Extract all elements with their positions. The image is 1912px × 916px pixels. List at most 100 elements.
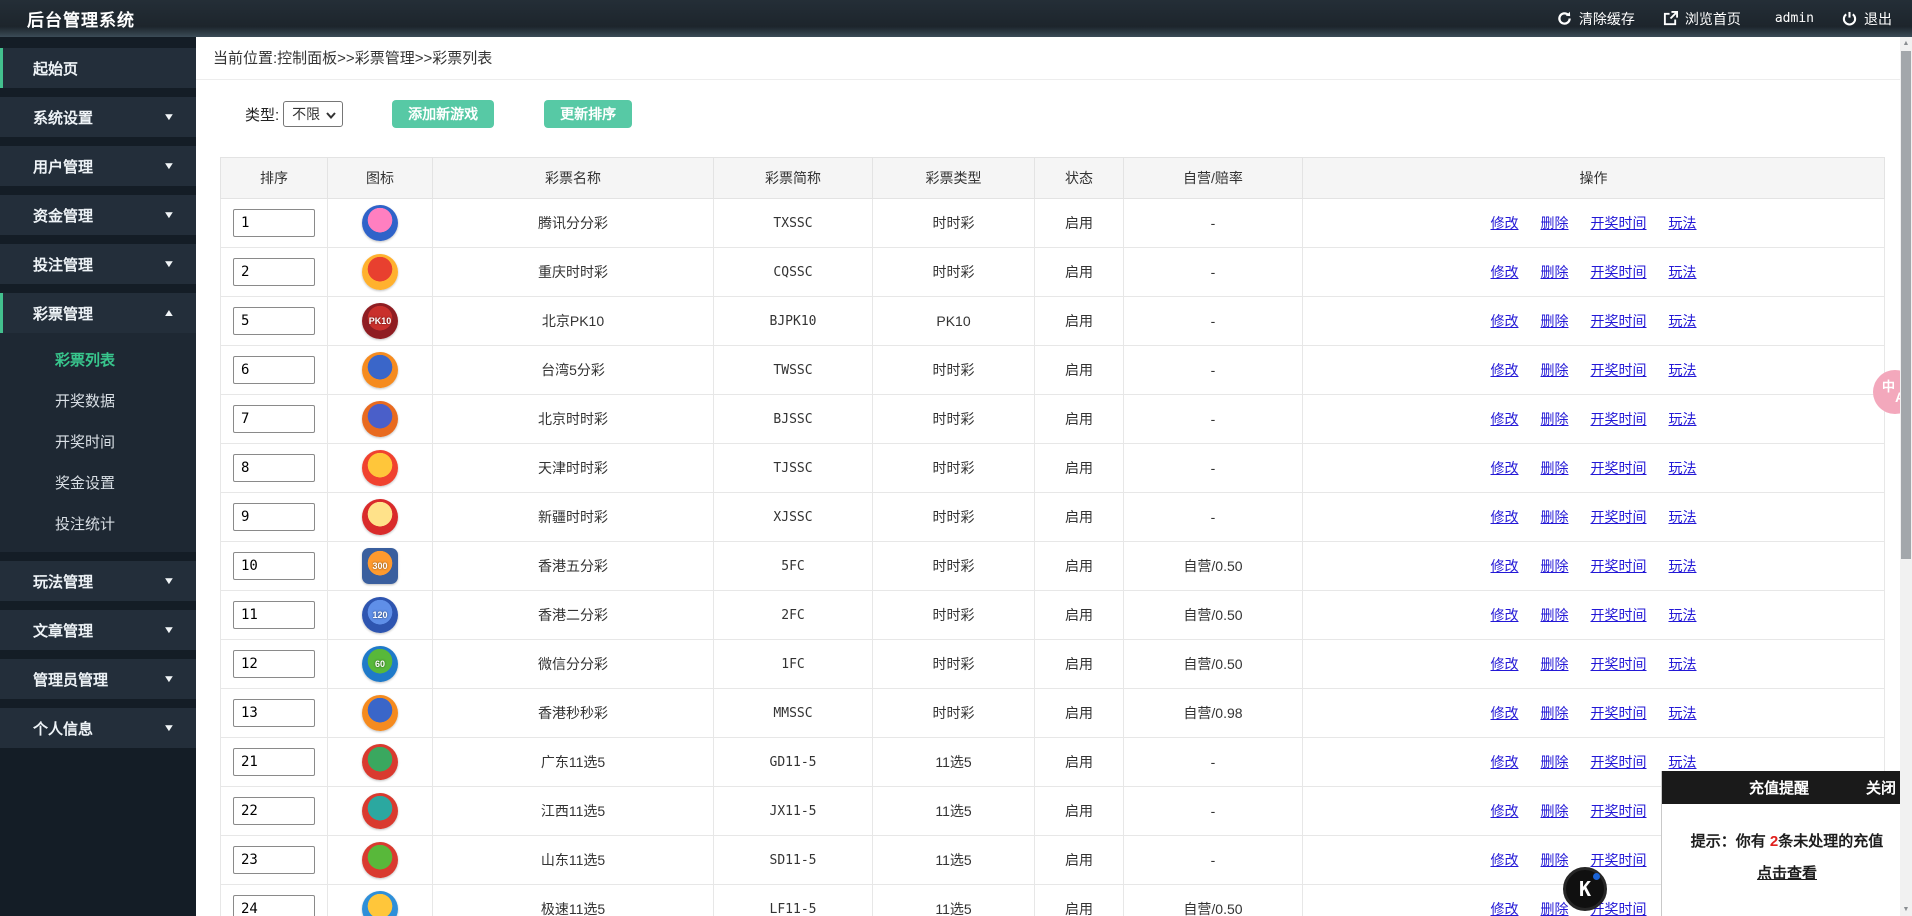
scroll-up-arrow-icon[interactable]: ▲ [1900,37,1912,50]
scrollbar-thumb[interactable] [1901,51,1911,559]
logout-button[interactable]: 退出 [1842,9,1892,29]
sort-input[interactable] [233,503,315,531]
type-filter-select[interactable]: 不限 [283,101,343,127]
play-rules-link[interactable]: 玩法 [1669,460,1697,476]
sort-input[interactable] [233,552,315,580]
delete-link[interactable]: 删除 [1541,656,1569,672]
edit-link[interactable]: 修改 [1491,362,1519,378]
sidebar-item[interactable]: 管理员管理▼ [0,659,196,699]
play-rules-link[interactable]: 玩法 [1669,705,1697,721]
sort-input[interactable] [233,699,315,727]
sidebar-item[interactable]: 文章管理▼ [0,610,196,650]
delete-link[interactable]: 删除 [1541,460,1569,476]
draw-time-link[interactable]: 开奖时间 [1591,411,1647,427]
sidebar-item[interactable]: 起始页 [0,48,196,88]
draw-time-link[interactable]: 开奖时间 [1591,215,1647,231]
play-rules-link[interactable]: 玩法 [1669,411,1697,427]
sidebar-subitem[interactable]: 奖金设置 [0,462,196,503]
delete-link[interactable]: 删除 [1541,558,1569,574]
scroll-down-arrow-icon[interactable]: ▼ [1900,903,1912,916]
sidebar-subitem[interactable]: 开奖数据 [0,380,196,421]
delete-link[interactable]: 删除 [1541,803,1569,819]
draw-time-link[interactable]: 开奖时间 [1591,607,1647,623]
edit-link[interactable]: 修改 [1491,803,1519,819]
delete-link[interactable]: 删除 [1541,852,1569,868]
sidebar-item[interactable]: 彩票管理▲ [0,293,196,333]
sort-input[interactable] [233,405,315,433]
delete-link[interactable]: 删除 [1541,362,1569,378]
delete-link[interactable]: 删除 [1541,411,1569,427]
play-rules-link[interactable]: 玩法 [1669,264,1697,280]
sort-input[interactable] [233,209,315,237]
draw-time-link[interactable]: 开奖时间 [1591,264,1647,280]
sidebar-subitem[interactable]: 彩票列表 [0,339,196,380]
edit-link[interactable]: 修改 [1491,264,1519,280]
edit-link[interactable]: 修改 [1491,509,1519,525]
sidebar-item[interactable]: 系统设置▼ [0,97,196,137]
draw-time-link[interactable]: 开奖时间 [1591,460,1647,476]
draw-time-link[interactable]: 开奖时间 [1591,558,1647,574]
edit-link[interactable]: 修改 [1491,607,1519,623]
draw-time-link[interactable]: 开奖时间 [1591,705,1647,721]
browse-home-button[interactable]: 浏览首页 [1663,9,1741,29]
delete-link[interactable]: 删除 [1541,509,1569,525]
sidebar-item[interactable]: 投注管理▼ [0,244,196,284]
sort-input[interactable] [233,797,315,825]
sidebar-item[interactable]: 玩法管理▼ [0,561,196,601]
sort-input[interactable] [233,258,315,286]
sort-input[interactable] [233,601,315,629]
delete-link[interactable]: 删除 [1541,215,1569,231]
vertical-scrollbar[interactable]: ▲ ▼ [1900,37,1912,916]
play-rules-link[interactable]: 玩法 [1669,509,1697,525]
sidebar-subitem[interactable]: 开奖时间 [0,421,196,462]
edit-link[interactable]: 修改 [1491,705,1519,721]
add-game-button[interactable]: 添加新游戏 [392,100,494,128]
delete-link[interactable]: 删除 [1541,264,1569,280]
draw-time-link[interactable]: 开奖时间 [1591,509,1647,525]
notice-view-link[interactable]: 点击查看 [1757,862,1817,883]
edit-link[interactable]: 修改 [1491,313,1519,329]
status-label: 启用 [1065,264,1093,280]
play-rules-link[interactable]: 玩法 [1669,607,1697,623]
edit-link[interactable]: 修改 [1491,901,1519,916]
play-rules-link[interactable]: 玩法 [1669,362,1697,378]
draw-time-link[interactable]: 开奖时间 [1591,313,1647,329]
draw-time-link[interactable]: 开奖时间 [1591,362,1647,378]
chevron-down-icon: ▼ [163,674,176,685]
edit-link[interactable]: 修改 [1491,852,1519,868]
edit-link[interactable]: 修改 [1491,558,1519,574]
sidebar-subitem[interactable]: 投注统计 [0,503,196,544]
sort-input[interactable] [233,895,315,916]
edit-link[interactable]: 修改 [1491,411,1519,427]
sort-input[interactable] [233,356,315,384]
update-sort-button[interactable]: 更新排序 [544,100,632,128]
delete-link[interactable]: 删除 [1541,607,1569,623]
k-floating-button[interactable]: K [1563,867,1607,911]
edit-link[interactable]: 修改 [1491,460,1519,476]
draw-time-link[interactable]: 开奖时间 [1591,754,1647,770]
edit-link[interactable]: 修改 [1491,656,1519,672]
sort-input[interactable] [233,454,315,482]
play-rules-link[interactable]: 玩法 [1669,558,1697,574]
play-rules-link[interactable]: 玩法 [1669,754,1697,770]
sidebar-item[interactable]: 用户管理▼ [0,146,196,186]
clear-cache-button[interactable]: 清除缓存 [1557,9,1635,29]
edit-link[interactable]: 修改 [1491,215,1519,231]
draw-time-link[interactable]: 开奖时间 [1591,852,1647,868]
play-rules-link[interactable]: 玩法 [1669,215,1697,231]
delete-link[interactable]: 删除 [1541,754,1569,770]
play-rules-link[interactable]: 玩法 [1669,656,1697,672]
sort-input[interactable] [233,748,315,776]
sort-input[interactable] [233,307,315,335]
play-rules-link[interactable]: 玩法 [1669,313,1697,329]
delete-link[interactable]: 删除 [1541,705,1569,721]
sidebar-item[interactable]: 资金管理▼ [0,195,196,235]
delete-link[interactable]: 删除 [1541,901,1569,916]
edit-link[interactable]: 修改 [1491,754,1519,770]
sort-input[interactable] [233,846,315,874]
sidebar-item[interactable]: 个人信息▼ [0,708,196,748]
draw-time-link[interactable]: 开奖时间 [1591,656,1647,672]
sort-input[interactable] [233,650,315,678]
draw-time-link[interactable]: 开奖时间 [1591,803,1647,819]
delete-link[interactable]: 删除 [1541,313,1569,329]
